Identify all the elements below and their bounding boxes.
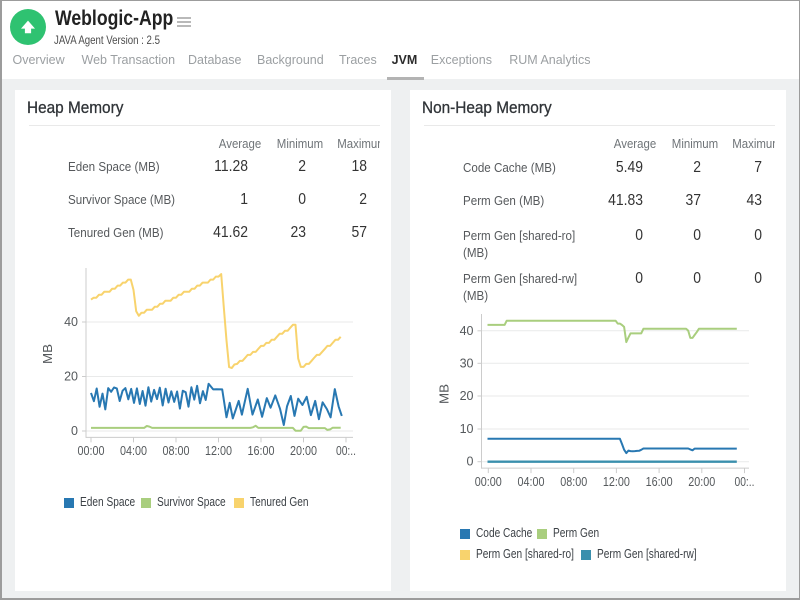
- svg-text:12:00: 12:00: [603, 475, 630, 489]
- svg-text:16:00: 16:00: [248, 444, 275, 458]
- svg-text:04:00: 04:00: [120, 444, 147, 458]
- svg-text:0: 0: [467, 455, 474, 469]
- svg-text:40: 40: [460, 324, 474, 338]
- svg-text:00:00: 00:00: [78, 444, 105, 458]
- svg-text:00:..: 00:..: [336, 444, 356, 458]
- svg-text:MB: MB: [437, 384, 452, 404]
- svg-text:16:00: 16:00: [646, 475, 673, 489]
- svg-text:20:00: 20:00: [290, 444, 317, 458]
- svg-text:30: 30: [460, 356, 474, 370]
- svg-text:08:00: 08:00: [560, 475, 587, 489]
- svg-text:04:00: 04:00: [518, 475, 545, 489]
- svg-text:20: 20: [460, 389, 474, 403]
- svg-text:08:00: 08:00: [163, 444, 190, 458]
- svg-text:20: 20: [64, 370, 78, 384]
- svg-text:20:00: 20:00: [688, 475, 715, 489]
- svg-text:00:..: 00:..: [735, 475, 755, 489]
- svg-text:MB: MB: [40, 344, 55, 364]
- svg-text:00:00: 00:00: [475, 475, 502, 489]
- svg-text:12:00: 12:00: [205, 444, 232, 458]
- svg-text:10: 10: [460, 422, 474, 436]
- svg-text:40: 40: [64, 315, 78, 329]
- svg-text:0: 0: [71, 424, 78, 438]
